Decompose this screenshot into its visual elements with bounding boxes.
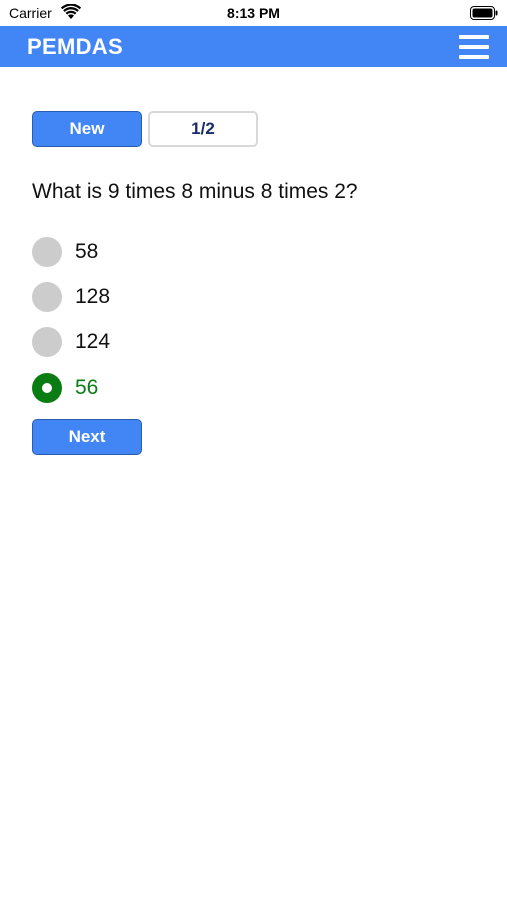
radio-button[interactable] bbox=[32, 282, 62, 312]
answer-label: 58 bbox=[75, 240, 99, 263]
answer-label: 128 bbox=[75, 285, 111, 308]
next-button[interactable]: Next bbox=[32, 419, 142, 455]
battery-icon bbox=[470, 6, 498, 20]
radio-button[interactable] bbox=[32, 327, 62, 357]
status-bar: Carrier 8:13 PM bbox=[0, 0, 507, 26]
app-title: PEMDAS bbox=[27, 34, 123, 59]
app-header: PEMDAS bbox=[0, 26, 507, 67]
question-text: What is 9 times 8 minus 8 times 2? bbox=[32, 180, 358, 203]
new-button[interactable]: New bbox=[32, 111, 142, 147]
question-counter: 1/2 bbox=[148, 111, 258, 147]
answer-option[interactable]: 124 bbox=[32, 327, 282, 359]
clock: 8:13 PM bbox=[227, 5, 280, 21]
answer-option[interactable]: 58 bbox=[32, 237, 282, 269]
answer-option-selected[interactable]: 56 bbox=[32, 373, 282, 405]
radio-button-selected[interactable] bbox=[32, 373, 62, 403]
answer-option[interactable]: 128 bbox=[32, 282, 282, 314]
radio-button[interactable] bbox=[32, 237, 62, 267]
hamburger-menu-icon[interactable] bbox=[459, 34, 489, 60]
answer-label: 56 bbox=[75, 376, 99, 399]
answer-label: 124 bbox=[75, 330, 111, 353]
